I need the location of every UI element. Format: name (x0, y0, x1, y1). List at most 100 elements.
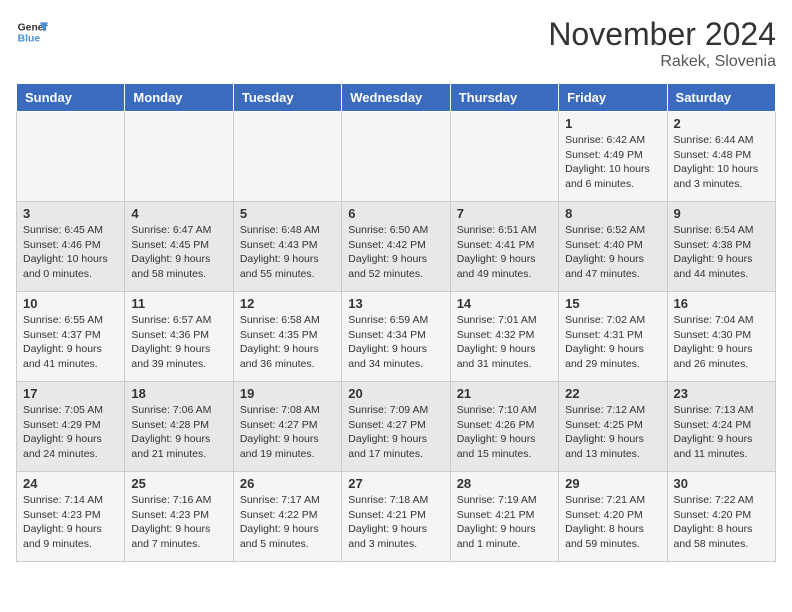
day-number: 25 (131, 476, 226, 491)
calendar-day-cell: 28 Sunrise: 7:19 AM Sunset: 4:21 PM Dayli… (450, 472, 558, 562)
day-number: 29 (565, 476, 660, 491)
day-info: Sunrise: 6:59 AM Sunset: 4:34 PM Dayligh… (348, 313, 443, 372)
day-info: Sunrise: 7:12 AM Sunset: 4:25 PM Dayligh… (565, 403, 660, 462)
day-number: 20 (348, 386, 443, 401)
day-info: Sunrise: 6:42 AM Sunset: 4:49 PM Dayligh… (565, 133, 660, 192)
calendar-day-cell: 8 Sunrise: 6:52 AM Sunset: 4:40 PM Daylig… (559, 202, 667, 292)
day-number: 6 (348, 206, 443, 221)
day-number: 8 (565, 206, 660, 221)
day-of-week-header: Friday (559, 84, 667, 112)
calendar-day-cell (17, 112, 125, 202)
day-number: 13 (348, 296, 443, 311)
day-info: Sunrise: 7:05 AM Sunset: 4:29 PM Dayligh… (23, 403, 118, 462)
day-number: 28 (457, 476, 552, 491)
day-number: 1 (565, 116, 660, 131)
day-info: Sunrise: 6:44 AM Sunset: 4:48 PM Dayligh… (674, 133, 769, 192)
day-number: 22 (565, 386, 660, 401)
calendar-day-cell: 18 Sunrise: 7:06 AM Sunset: 4:28 PM Dayli… (125, 382, 233, 472)
day-of-week-header: Sunday (17, 84, 125, 112)
day-number: 23 (674, 386, 769, 401)
day-info: Sunrise: 7:17 AM Sunset: 4:22 PM Dayligh… (240, 493, 335, 552)
calendar-day-cell: 2 Sunrise: 6:44 AM Sunset: 4:48 PM Daylig… (667, 112, 775, 202)
day-info: Sunrise: 6:50 AM Sunset: 4:42 PM Dayligh… (348, 223, 443, 282)
calendar-day-cell (342, 112, 450, 202)
month-title: November 2024 (548, 16, 776, 53)
calendar-day-cell: 11 Sunrise: 6:57 AM Sunset: 4:36 PM Dayli… (125, 292, 233, 382)
logo-icon: General Blue (16, 16, 48, 48)
calendar-day-cell: 3 Sunrise: 6:45 AM Sunset: 4:46 PM Daylig… (17, 202, 125, 292)
calendar-day-cell: 29Sunrise: 7:21 AM Sunset: 4:20 PM Dayli… (559, 472, 667, 562)
calendar-week-row: 1 Sunrise: 6:42 AM Sunset: 4:49 PM Daylig… (17, 112, 776, 202)
calendar-day-cell (125, 112, 233, 202)
title-block: November 2024 Rakek, Slovenia (548, 16, 776, 71)
location: Rakek, Slovenia (548, 53, 776, 71)
calendar-day-cell: 1 Sunrise: 6:42 AM Sunset: 4:49 PM Daylig… (559, 112, 667, 202)
day-of-week-header: Wednesday (342, 84, 450, 112)
day-number: 2 (674, 116, 769, 131)
day-info: Sunrise: 6:52 AM Sunset: 4:40 PM Dayligh… (565, 223, 660, 282)
day-number: 10 (23, 296, 118, 311)
day-number: 12 (240, 296, 335, 311)
day-of-week-header: Saturday (667, 84, 775, 112)
calendar-day-cell (233, 112, 341, 202)
day-info: Sunrise: 6:51 AM Sunset: 4:41 PM Dayligh… (457, 223, 552, 282)
calendar-day-cell: 7 Sunrise: 6:51 AM Sunset: 4:41 PM Daylig… (450, 202, 558, 292)
day-of-week-header: Thursday (450, 84, 558, 112)
day-number: 18 (131, 386, 226, 401)
logo: General Blue (16, 16, 48, 48)
day-info: Sunrise: 7:08 AM Sunset: 4:27 PM Dayligh… (240, 403, 335, 462)
calendar-day-cell: 24 Sunrise: 7:14 AM Sunset: 4:23 PM Dayli… (17, 472, 125, 562)
day-of-week-header: Tuesday (233, 84, 341, 112)
calendar-day-cell: 13 Sunrise: 6:59 AM Sunset: 4:34 PM Dayli… (342, 292, 450, 382)
calendar-day-cell: 23 Sunrise: 7:13 AM Sunset: 4:24 PM Dayli… (667, 382, 775, 472)
calendar-day-cell: 12Sunrise: 6:58 AM Sunset: 4:35 PM Dayli… (233, 292, 341, 382)
day-info: Sunrise: 7:14 AM Sunset: 4:23 PM Dayligh… (23, 493, 118, 552)
day-info: Sunrise: 6:45 AM Sunset: 4:46 PM Dayligh… (23, 223, 118, 282)
day-info: Sunrise: 6:48 AM Sunset: 4:43 PM Dayligh… (240, 223, 335, 282)
day-info: Sunrise: 6:54 AM Sunset: 4:38 PM Dayligh… (674, 223, 769, 282)
day-info: Sunrise: 7:22 AM Sunset: 4:20 PM Dayligh… (674, 493, 769, 552)
day-info: Sunrise: 7:13 AM Sunset: 4:24 PM Dayligh… (674, 403, 769, 462)
calendar-day-cell: 9 Sunrise: 6:54 AM Sunset: 4:38 PM Daylig… (667, 202, 775, 292)
day-info: Sunrise: 7:16 AM Sunset: 4:23 PM Dayligh… (131, 493, 226, 552)
calendar-week-row: 24 Sunrise: 7:14 AM Sunset: 4:23 PM Dayli… (17, 472, 776, 562)
day-number: 5 (240, 206, 335, 221)
day-info: Sunrise: 7:09 AM Sunset: 4:27 PM Dayligh… (348, 403, 443, 462)
day-info: Sunrise: 7:01 AM Sunset: 4:32 PM Dayligh… (457, 313, 552, 372)
day-number: 11 (131, 296, 226, 311)
calendar-header-row: SundayMondayTuesdayWednesdayThursdayFrid… (17, 84, 776, 112)
calendar-day-cell: 17Sunrise: 7:05 AM Sunset: 4:29 PM Dayli… (17, 382, 125, 472)
day-number: 21 (457, 386, 552, 401)
day-number: 3 (23, 206, 118, 221)
calendar-day-cell: 5 Sunrise: 6:48 AM Sunset: 4:43 PM Daylig… (233, 202, 341, 292)
calendar-day-cell: 27Sunrise: 7:18 AM Sunset: 4:21 PM Dayli… (342, 472, 450, 562)
day-number: 26 (240, 476, 335, 491)
calendar-day-cell: 26 Sunrise: 7:17 AM Sunset: 4:22 PM Dayli… (233, 472, 341, 562)
calendar-week-row: 10Sunrise: 6:55 AM Sunset: 4:37 PM Dayli… (17, 292, 776, 382)
calendar-day-cell: 14Sunrise: 7:01 AM Sunset: 4:32 PM Dayli… (450, 292, 558, 382)
svg-text:Blue: Blue (18, 34, 41, 45)
day-number: 24 (23, 476, 118, 491)
day-info: Sunrise: 7:19 AM Sunset: 4:21 PM Dayligh… (457, 493, 552, 552)
calendar-day-cell: 16Sunrise: 7:04 AM Sunset: 4:30 PM Dayli… (667, 292, 775, 382)
calendar-table: SundayMondayTuesdayWednesdayThursdayFrid… (16, 83, 776, 562)
day-of-week-header: Monday (125, 84, 233, 112)
day-number: 4 (131, 206, 226, 221)
calendar-day-cell: 4Sunrise: 6:47 AM Sunset: 4:45 PM Daylig… (125, 202, 233, 292)
calendar-day-cell: 10Sunrise: 6:55 AM Sunset: 4:37 PM Dayli… (17, 292, 125, 382)
day-number: 7 (457, 206, 552, 221)
calendar-week-row: 3 Sunrise: 6:45 AM Sunset: 4:46 PM Daylig… (17, 202, 776, 292)
day-number: 27 (348, 476, 443, 491)
day-info: Sunrise: 7:10 AM Sunset: 4:26 PM Dayligh… (457, 403, 552, 462)
day-info: Sunrise: 7:06 AM Sunset: 4:28 PM Dayligh… (131, 403, 226, 462)
day-info: Sunrise: 6:57 AM Sunset: 4:36 PM Dayligh… (131, 313, 226, 372)
day-info: Sunrise: 7:04 AM Sunset: 4:30 PM Dayligh… (674, 313, 769, 372)
calendar-day-cell: 20 Sunrise: 7:09 AM Sunset: 4:27 PM Dayli… (342, 382, 450, 472)
day-info: Sunrise: 7:02 AM Sunset: 4:31 PM Dayligh… (565, 313, 660, 372)
calendar-day-cell: 21 Sunrise: 7:10 AM Sunset: 4:26 PM Dayli… (450, 382, 558, 472)
day-number: 9 (674, 206, 769, 221)
calendar-week-row: 17Sunrise: 7:05 AM Sunset: 4:29 PM Dayli… (17, 382, 776, 472)
day-number: 30 (674, 476, 769, 491)
calendar-day-cell: 6 Sunrise: 6:50 AM Sunset: 4:42 PM Daylig… (342, 202, 450, 292)
day-number: 15 (565, 296, 660, 311)
